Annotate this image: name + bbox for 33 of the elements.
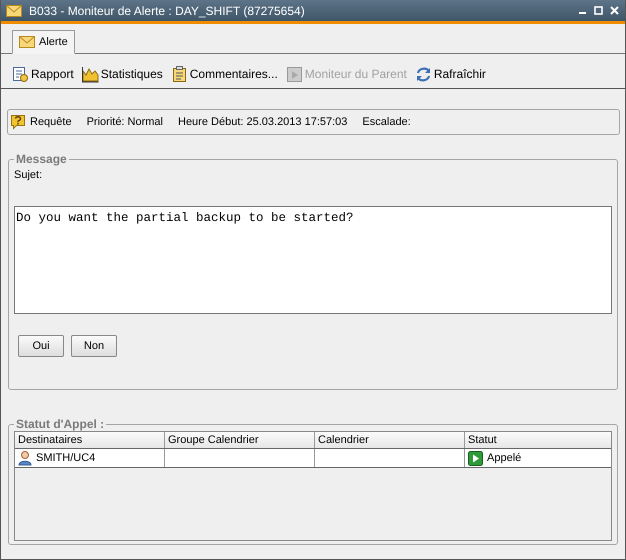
toolbar-button[interactable]: Statistiques	[80, 66, 165, 82]
close-icon	[610, 6, 619, 15]
request-type: Requête	[30, 116, 72, 128]
group-title: Statut d'Appel :	[15, 417, 106, 431]
status-text: Appelé	[487, 452, 522, 464]
toolbar-button[interactable]: Rapport	[10, 66, 76, 82]
report-icon	[12, 66, 29, 82]
envelope-icon	[6, 4, 22, 18]
column-header[interactable]: Groupe Calendrier	[165, 432, 315, 448]
monitor-icon	[286, 66, 303, 82]
refresh-icon	[414, 66, 432, 82]
column-header[interactable]: Calendrier	[315, 432, 465, 448]
group-title: Message	[15, 152, 68, 166]
info-field: Heure Début: 25.03.2013 17:57:03	[178, 116, 348, 128]
recipient-name: SMITH/UC4	[36, 452, 96, 464]
dialog-button[interactable]: Non	[71, 335, 117, 357]
message-text: Do you want the partial backup to be started?	[14, 206, 612, 314]
info-field: Priorité: Normal	[86, 116, 163, 128]
toolbar-button[interactable]: Commentaires...	[168, 66, 280, 82]
info-field: Escalade:	[362, 116, 411, 128]
dialog-button[interactable]: Oui	[18, 335, 64, 357]
maximize-icon	[594, 6, 603, 15]
column-header[interactable]: Statut	[465, 432, 611, 448]
subject-label: Sujet:	[14, 169, 44, 181]
clipboard-icon	[170, 66, 188, 82]
window-title: B033 - Moniteur de Alerte : DAY_SHIFT (87275654)	[29, 4, 306, 18]
column-header[interactable]: Destinataires	[15, 432, 165, 448]
person-icon	[18, 450, 32, 466]
envelope-icon	[19, 35, 35, 49]
question-icon	[10, 114, 26, 130]
tab[interactable]: Alerte	[12, 30, 75, 54]
chart-icon	[82, 66, 99, 82]
toolbar-button[interactable]: Rafraîchir	[412, 66, 488, 82]
